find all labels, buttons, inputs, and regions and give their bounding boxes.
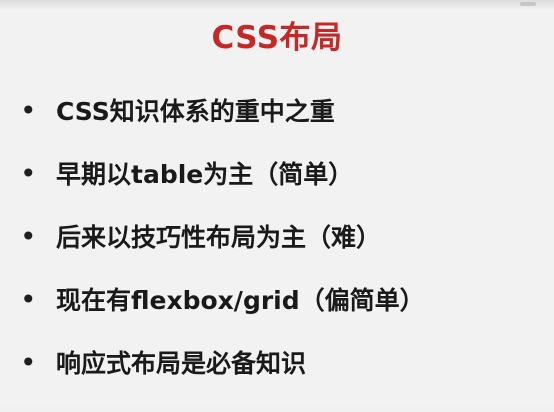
bullet-item: • 后来以技巧性布局为主（难） [20,223,540,286]
bullet-item: • 早期以table为主（简单） [20,160,540,223]
bullet-text: 后来以技巧性布局为主（难） [56,223,382,252]
bullet-item: • CSS知识体系的重中之重 [20,97,540,160]
bullet-item: • 现在有flexbox/grid（偏简单） [20,286,540,349]
slide-title: CSS布局 [211,20,343,56]
bullet-item: • 响应式布局是必备知识 [20,349,540,412]
bullet-text: 早期以table为主（简单） [56,160,354,189]
bullet-text: CSS知识体系的重中之重 [56,97,335,126]
corner-mark [520,2,536,6]
bullet-icon: • [20,94,37,127]
bullet-text: 现在有flexbox/grid（偏简单） [56,286,425,315]
bullet-icon: • [20,283,37,316]
bullet-icon: • [20,157,37,190]
bullet-text: 响应式布局是必备知识 [56,349,307,378]
bullet-list: • CSS知识体系的重中之重 • 早期以table为主（简单） • 后来以技巧性… [20,97,540,412]
bullet-icon: • [20,346,37,379]
top-strip [0,0,554,10]
slide: CSS布局 • CSS知识体系的重中之重 • 早期以table为主（简单） • … [0,0,554,405]
bullet-icon: • [20,220,37,253]
